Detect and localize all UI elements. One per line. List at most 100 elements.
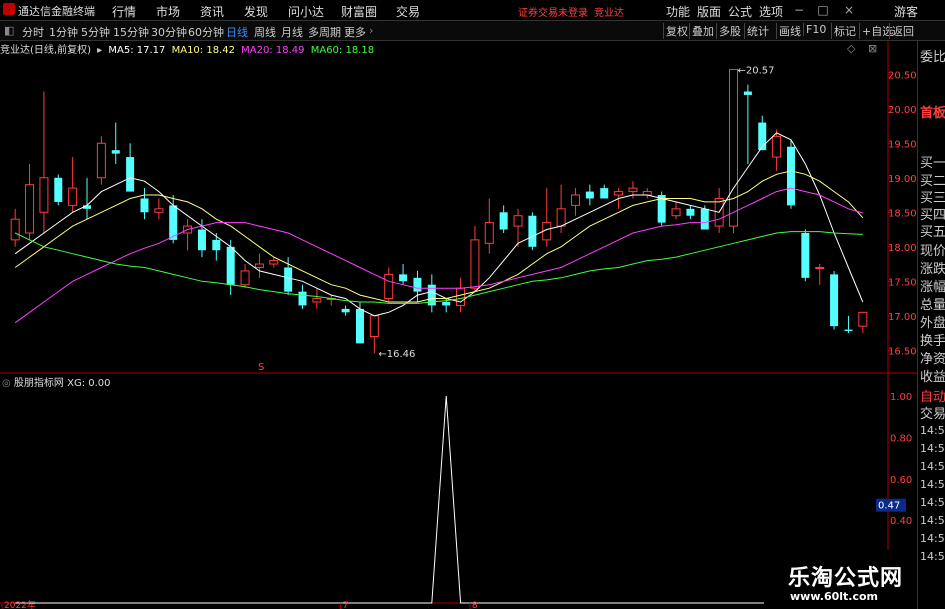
period-multi[interactable]: 多周期: [308, 24, 341, 40]
indicator-cursor-label: 0.47: [878, 501, 900, 512]
price-tick-label: 17.00: [888, 312, 917, 323]
candle-body-up: [556, 208, 566, 227]
candle-body-down: [140, 198, 149, 213]
panel-time: 14:56: [920, 532, 945, 545]
candle-body-down: [298, 291, 307, 306]
close-icon[interactable]: ×: [842, 3, 856, 17]
period-monthly[interactable]: 月线: [281, 24, 303, 40]
candle-body-down: [499, 212, 508, 230]
candle-body-down: [212, 239, 221, 251]
menu-market[interactable]: 市场: [156, 3, 180, 20]
login-status[interactable]: 证券交易未登录: [518, 4, 588, 19]
menu-options[interactable]: 选项: [759, 3, 783, 20]
toolbar-f10[interactable]: F10: [803, 23, 828, 36]
watermark-title: 乐淘公式网: [788, 566, 904, 591]
period-15min[interactable]: 15分钟: [113, 24, 149, 40]
panel-label-price: 现价: [920, 244, 945, 259]
indicator-tick-label: 0.80: [890, 433, 912, 444]
candle-body-up: [513, 215, 523, 227]
candle-body-down: [801, 232, 810, 278]
period-more[interactable]: 更多: [344, 24, 366, 40]
panel-label-first-board: 首板: [920, 106, 945, 121]
candle-body-up: [671, 208, 681, 217]
price-annotation: ←16.46: [378, 349, 415, 360]
indicator-tick-label: 0.40: [890, 516, 912, 527]
candle-body-up: [39, 177, 49, 213]
watermark-url: www.60lt.com: [790, 590, 879, 603]
menu-quotes[interactable]: 行情: [112, 3, 136, 20]
candle-body-up: [369, 315, 379, 337]
toolbar-multistock[interactable]: 多股: [716, 23, 743, 39]
menu-wealth[interactable]: 财富圈: [341, 3, 377, 20]
panel-label-trade: 交易: [920, 407, 945, 422]
price-tick-label: 19.50: [888, 139, 917, 150]
candle-body-up: [772, 135, 782, 158]
toolbar-adjust[interactable]: 复权: [663, 23, 690, 39]
candle-body-up: [628, 187, 638, 193]
chevron-right-icon[interactable]: ›: [369, 24, 373, 37]
panel-label-turnover: 换手: [920, 334, 945, 349]
guest-label[interactable]: 游客: [894, 3, 918, 20]
period-60min[interactable]: 60分钟: [188, 24, 224, 40]
menu-function[interactable]: 功能: [666, 3, 690, 20]
candle-body-down: [686, 208, 695, 216]
menu-trade[interactable]: 交易: [396, 3, 420, 20]
kline-chart[interactable]: 20.50 20.00 19.50 19.00 18.50 18.00 17.50 17.00…: [0, 41, 917, 609]
panel-label-weibi: 委比: [920, 50, 945, 65]
panel-label-bid1: 买一: [920, 156, 945, 171]
signal-marker-s: S: [258, 362, 264, 373]
candle-body-up: [456, 287, 466, 306]
menu-bar: 通达信金融终端 行情 市场 资讯 发现 问小达 财富圈 交易 证券交易未登录 竞…: [0, 0, 945, 21]
candle-body-down: [786, 146, 795, 206]
candle-body-down: [197, 229, 206, 251]
candle-body-down: [442, 301, 451, 306]
panel-label-volume: 总量: [920, 298, 945, 313]
price-tick-label: 18.00: [888, 243, 917, 254]
price-tick-label: 16.50: [888, 346, 917, 357]
candle-body-up: [68, 187, 78, 206]
period-daily[interactable]: 日线: [226, 24, 248, 40]
candle-body-up: [10, 218, 20, 241]
panel-time: 14:56: [920, 514, 945, 527]
period-30min[interactable]: 30分钟: [151, 24, 187, 40]
panel-time: 14:56: [920, 460, 945, 473]
indicator-tick-label: 1.00: [890, 392, 912, 403]
toolbar-back[interactable]: 返回: [889, 23, 916, 39]
toolbar-mark[interactable]: 标记: [831, 23, 858, 39]
panel-label-outer: 外盘: [920, 316, 945, 331]
candle-body-up: [96, 142, 106, 179]
panel-time: 14:55: [920, 424, 945, 437]
candle-body-up: [240, 270, 250, 286]
minimize-icon[interactable]: −: [792, 3, 806, 17]
indicator-tick-label: 0.60: [890, 475, 912, 486]
time-tick-label: 8: [472, 601, 478, 609]
menu-ask[interactable]: 问小达: [288, 3, 324, 20]
period-weekly[interactable]: 周线: [254, 24, 276, 40]
toolbar-overlay[interactable]: 叠加: [689, 23, 716, 39]
panel-label-change: 涨跌: [920, 262, 945, 277]
period-tick[interactable]: 分时: [22, 24, 44, 40]
candle-body-down: [355, 308, 364, 344]
menu-discover[interactable]: 发现: [244, 3, 268, 20]
price-tick-label: 19.00: [888, 174, 917, 185]
candle-body-up: [570, 194, 580, 206]
candle-body-up: [815, 266, 825, 269]
ma-line-ma60: [14, 231, 863, 304]
candle-body-up: [384, 273, 394, 300]
candle-body-down: [413, 277, 422, 292]
period-1min[interactable]: 1分钟: [49, 24, 78, 40]
maximize-icon[interactable]: □: [816, 3, 830, 17]
candle-body-up: [312, 298, 322, 303]
period-5min[interactable]: 5分钟: [81, 24, 110, 40]
menu-layout[interactable]: 版面: [697, 3, 721, 20]
menu-formula[interactable]: 公式: [728, 3, 752, 20]
candle-body-up: [729, 68, 739, 227]
panel-label-earnings: 收益: [920, 370, 945, 385]
toolbar-stats[interactable]: 统计: [744, 23, 771, 39]
toolbar-toggle-icon[interactable]: ◧: [4, 24, 14, 37]
candle-body-down: [844, 329, 853, 331]
menu-news[interactable]: 资讯: [200, 3, 224, 20]
toolbar-draw[interactable]: 画线: [776, 23, 803, 39]
period-toolbar: ◧ 分时 1分钟 5分钟 15分钟 30分钟 60分钟 日线 周线 月线 多周期…: [0, 21, 945, 41]
candle-body-up: [858, 311, 868, 327]
